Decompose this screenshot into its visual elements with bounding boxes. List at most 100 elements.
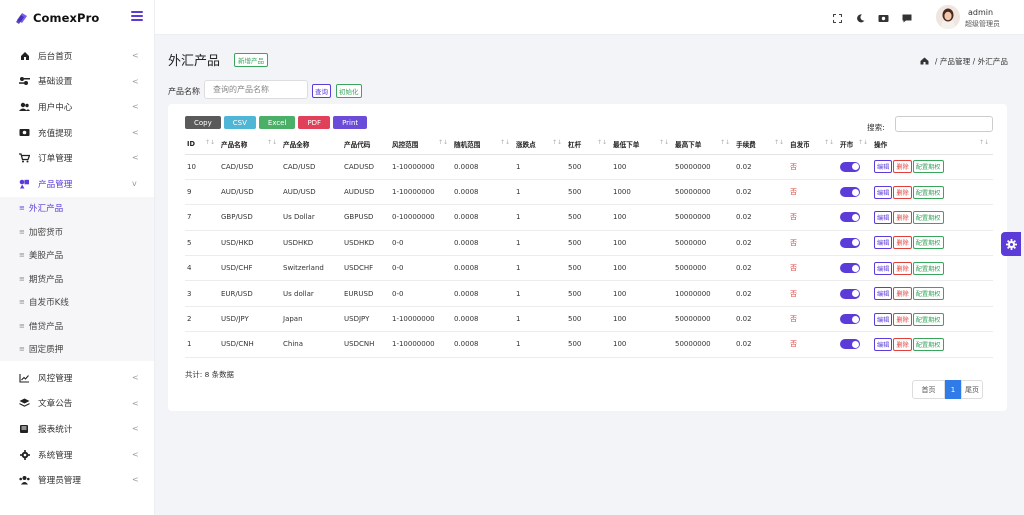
market-open-toggle[interactable]	[840, 314, 860, 325]
sidebar-item-products[interactable]: 产品管理 v	[0, 171, 154, 197]
home-icon[interactable]	[920, 57, 929, 67]
edit-button[interactable]: 编辑	[874, 236, 893, 250]
money-icon[interactable]	[877, 13, 889, 23]
column-header[interactable]: 杠杆 ↑↓	[566, 134, 611, 154]
delete-button[interactable]: 删除	[893, 337, 912, 351]
column-header[interactable]: 手续费 ↑↓	[734, 134, 788, 154]
breadcrumb-item: 外汇产品	[977, 57, 1008, 66]
sidebar-item-orders[interactable]: 订单管理 <	[0, 145, 154, 171]
column-header[interactable]: 随机范围 ↑↓	[452, 134, 514, 154]
breadcrumb-item[interactable]: 产品管理	[940, 56, 970, 67]
market-open-toggle[interactable]	[840, 212, 860, 223]
cell-min: 100	[613, 213, 627, 222]
cell-rand: 0.0008	[454, 315, 479, 324]
market-open-toggle[interactable]	[840, 187, 860, 198]
submenu-item-futures[interactable]: ≡ 期货产品	[0, 267, 154, 291]
column-header[interactable]: 风控范围 ↑↓	[390, 134, 452, 154]
config-options-button[interactable]: 配置期权	[912, 312, 944, 326]
delete-button[interactable]: 删除	[893, 287, 912, 301]
config-options-button[interactable]: 配置期权	[912, 185, 944, 199]
sidebar-item-risk[interactable]: 风控管理 <	[0, 365, 154, 391]
edit-button[interactable]: 编辑	[874, 185, 893, 199]
config-options-button[interactable]: 配置期权	[912, 261, 944, 275]
settings-gear-icon[interactable]	[1001, 232, 1021, 256]
config-options-button[interactable]: 配置期权	[912, 337, 944, 351]
submenu-item-lending[interactable]: ≡ 借贷产品	[0, 314, 154, 338]
submenu-item-us-stocks[interactable]: ≡ 美股产品	[0, 244, 154, 268]
cell-id: 9	[187, 188, 192, 197]
list-icon: ≡	[19, 251, 25, 260]
config-options-button[interactable]: 配置期权	[912, 210, 944, 224]
edit-button[interactable]: 编辑	[874, 287, 893, 301]
sidebar-item-users[interactable]: 用户中心 <	[0, 94, 154, 120]
print-button[interactable]: Print	[333, 116, 368, 129]
market-open-toggle[interactable]	[840, 263, 860, 274]
submenu-item-fixed-staking[interactable]: ≡ 固定质押	[0, 338, 154, 362]
add-product-button[interactable]: 新增产品	[234, 53, 268, 67]
avatar[interactable]	[936, 5, 960, 29]
column-header[interactable]: 最高下单 ↑↓	[673, 134, 734, 154]
edit-button[interactable]: 编辑	[874, 312, 893, 326]
config-options-button[interactable]: 配置期权	[912, 160, 944, 174]
csv-button[interactable]: CSV	[223, 116, 256, 129]
cell-lev: 500	[568, 162, 582, 171]
moon-icon[interactable]	[855, 13, 865, 23]
column-header[interactable]: 开市 ↑↓	[838, 134, 872, 154]
pdf-button[interactable]: PDF	[298, 116, 331, 129]
sidebar-item-recharge[interactable]: 充值提现 <	[0, 120, 154, 146]
sidebar-item-articles[interactable]: 文章公告 <	[0, 391, 154, 417]
delete-button[interactable]: 删除	[893, 210, 912, 224]
cell-full: CAD/USD	[283, 162, 316, 171]
fullscreen-icon[interactable]	[832, 13, 842, 23]
delete-button[interactable]: 删除	[893, 185, 912, 199]
config-options-button[interactable]: 配置期权	[912, 236, 944, 250]
column-header[interactable]: 产品名称 ↑↓	[219, 134, 281, 154]
sidebar-item-system[interactable]: 系统管理 <	[0, 442, 154, 468]
excel-button[interactable]: Excel	[258, 116, 296, 129]
sort-icon: ↑↓	[204, 139, 215, 146]
column-header[interactable]: 操作 ↑↓	[872, 134, 993, 154]
delete-button[interactable]: 删除	[893, 312, 912, 326]
copy-button[interactable]: Copy	[185, 116, 221, 129]
first-page-button[interactable]: 首页	[912, 380, 945, 399]
query-button[interactable]: 查询	[312, 84, 331, 98]
delete-button[interactable]: 删除	[893, 160, 912, 174]
user-name[interactable]: admin	[968, 8, 993, 17]
edit-button[interactable]: 编辑	[874, 337, 893, 351]
sidebar-item-admins[interactable]: 管理员管理 <	[0, 467, 154, 493]
sidebar-item-reports[interactable]: 报表统计 <	[0, 416, 154, 442]
chevron-left-icon: <	[132, 373, 139, 383]
edit-button[interactable]: 编辑	[874, 160, 893, 174]
column-header[interactable]: 涨跌点 ↑↓	[514, 134, 566, 154]
market-open-toggle[interactable]	[840, 288, 860, 299]
edit-button[interactable]: 编辑	[874, 261, 893, 275]
submenu-item-forex[interactable]: ≡ 外汇产品	[0, 197, 154, 221]
topbar: admin 超级管理员	[155, 0, 1024, 35]
config-options-button[interactable]: 配置期权	[912, 287, 944, 301]
sidebar-item-label: 后台首页	[38, 51, 73, 62]
edit-button[interactable]: 编辑	[874, 210, 893, 224]
column-header[interactable]: 最低下单 ↑↓	[611, 134, 673, 154]
market-open-toggle[interactable]	[840, 237, 860, 248]
column-header[interactable]: 产品全称	[281, 134, 342, 154]
column-header[interactable]: ID ↑↓	[185, 134, 219, 154]
sidebar-item-home[interactable]: 后台首页 <	[0, 43, 154, 69]
column-header[interactable]: 自发币 ↑↓	[788, 134, 838, 154]
market-open-toggle[interactable]	[840, 161, 860, 172]
delete-button[interactable]: 删除	[893, 236, 912, 250]
last-page-button[interactable]: 尾页	[961, 380, 983, 399]
sidebar-item-basic-settings[interactable]: 基础设置 <	[0, 69, 154, 95]
reset-button[interactable]: 初始化	[336, 84, 362, 98]
delete-button[interactable]: 删除	[893, 261, 912, 275]
cell-fee: 0.02	[736, 315, 752, 324]
page-number-button[interactable]: 1	[945, 380, 961, 399]
submenu-item-crypto[interactable]: ≡ 加密货币	[0, 220, 154, 244]
submenu-item-self-coin-kline[interactable]: ≡ 自发币K线	[0, 291, 154, 315]
menu-toggle-icon[interactable]	[131, 10, 143, 22]
cell-min: 1000	[613, 188, 631, 197]
table-search-input[interactable]	[895, 116, 993, 132]
product-name-search-input[interactable]	[204, 80, 308, 99]
column-header[interactable]: 产品代码	[342, 134, 390, 154]
message-icon[interactable]	[902, 13, 912, 23]
market-open-toggle[interactable]	[840, 339, 860, 350]
